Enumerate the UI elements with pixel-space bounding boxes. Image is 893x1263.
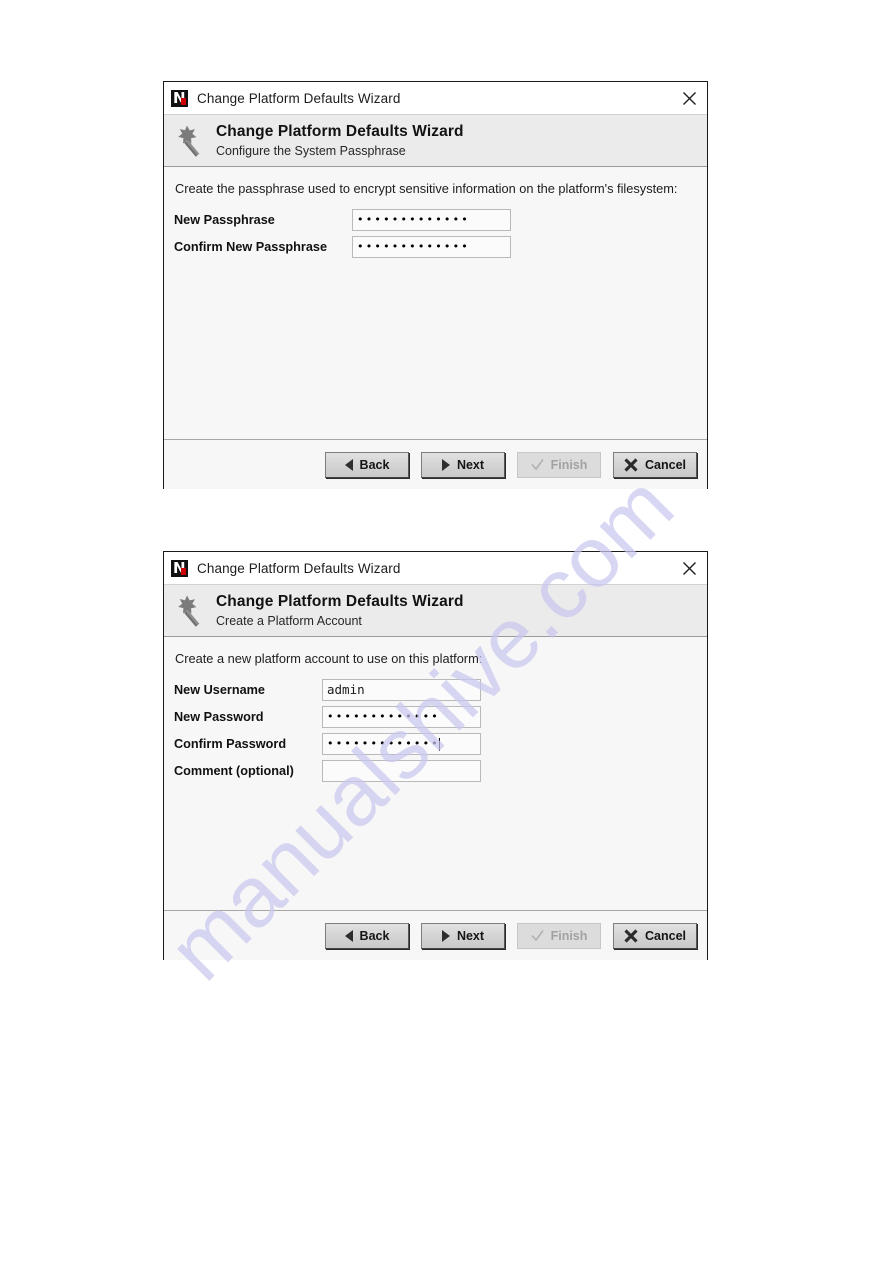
finish-button-label: Finish (550, 457, 588, 472)
new-password-input[interactable]: ••••••••••••• (322, 706, 481, 728)
back-button-label: Back (359, 928, 390, 943)
triangle-right-icon (441, 458, 450, 471)
dialog-titlebar: N Change Platform Defaults Wizard (164, 552, 707, 584)
field-label: New Passphrase (174, 213, 275, 227)
next-button-label: Next (456, 928, 485, 943)
banner-subtitle: Configure the System Passphrase (216, 144, 406, 158)
cancel-button[interactable]: Cancel (613, 451, 697, 478)
back-button[interactable]: Back (325, 922, 409, 949)
form-row-new-passphrase: New Passphrase ••••••••••••• (174, 209, 707, 231)
next-button[interactable]: Next (421, 451, 505, 478)
dialog-titlebar: N Change Platform Defaults Wizard (164, 82, 707, 114)
form-fields: New Username admin New Password ••••••••… (174, 679, 707, 782)
triangle-left-icon (344, 929, 353, 942)
form-row-confirm-new-passphrase: Confirm New Passphrase ••••••••••••• (174, 236, 707, 258)
dialog-footer: Back Next Finish Cancel (164, 439, 707, 489)
finish-button-label: Finish (550, 928, 588, 943)
finish-button: Finish (517, 451, 601, 478)
window-title: Change Platform Defaults Wizard (197, 560, 401, 576)
next-button[interactable]: Next (421, 922, 505, 949)
instruction-text: Create a new platform account to use on … (175, 651, 483, 666)
banner-subtitle: Create a Platform Account (216, 614, 362, 628)
new-passphrase-input[interactable]: ••••••••••••• (352, 209, 511, 231)
text-cursor (438, 737, 440, 751)
dialog-content: Create the passphrase used to encrypt se… (164, 167, 707, 439)
cancel-button-label: Cancel (645, 928, 686, 943)
finish-button: Finish (517, 922, 601, 949)
dialog-footer: Back Next Finish Cancel (164, 910, 707, 960)
field-label: New Username (174, 683, 265, 697)
field-label: New Password (174, 710, 264, 724)
close-icon[interactable] (679, 558, 699, 578)
field-value: ••••••••••••• (357, 240, 470, 253)
triangle-right-icon (441, 929, 450, 942)
field-value: ••••••••••••• (327, 737, 440, 750)
field-label: Comment (optional) (174, 764, 294, 778)
form-row-new-password: New Password ••••••••••••• (174, 706, 707, 728)
cancel-button[interactable]: Cancel (613, 922, 697, 949)
magic-wand-icon (178, 125, 200, 157)
field-value: admin (327, 682, 365, 697)
checkmark-icon (530, 929, 544, 942)
field-value: ••••••••••••• (327, 710, 440, 723)
field-value: ••••••••••••• (357, 213, 470, 226)
x-mark-icon (624, 457, 638, 472)
window-title: Change Platform Defaults Wizard (197, 90, 401, 106)
banner-title: Change Platform Defaults Wizard (216, 593, 464, 610)
form-row-new-username: New Username admin (174, 679, 707, 701)
wizard-banner: Change Platform Defaults Wizard Create a… (164, 584, 707, 637)
magic-wand-icon (178, 595, 200, 627)
confirm-password-input[interactable]: ••••••••••••• (322, 733, 481, 755)
field-label: Confirm Password (174, 737, 287, 751)
dialog-content: Create a new platform account to use on … (164, 637, 707, 910)
confirm-new-passphrase-input[interactable]: ••••••••••••• (352, 236, 511, 258)
form-fields: New Passphrase ••••••••••••• Confirm New… (174, 209, 707, 258)
banner-title: Change Platform Defaults Wizard (216, 123, 464, 140)
platform-account-wizard-dialog: N Change Platform Defaults Wizard Change… (163, 551, 708, 960)
close-icon[interactable] (679, 88, 699, 108)
comment-input[interactable] (322, 760, 481, 782)
form-row-comment: Comment (optional) (174, 760, 707, 782)
triangle-left-icon (344, 458, 353, 471)
back-button-label: Back (359, 457, 390, 472)
passphrase-wizard-dialog: N Change Platform Defaults Wizard Change… (163, 81, 708, 489)
new-username-input[interactable]: admin (322, 679, 481, 701)
wizard-banner: Change Platform Defaults Wizard Configur… (164, 114, 707, 167)
form-row-confirm-password: Confirm Password ••••••••••••• (174, 733, 707, 755)
checkmark-icon (530, 458, 544, 471)
niagara-n-logo-icon: N (171, 89, 188, 107)
instruction-text: Create the passphrase used to encrypt se… (175, 181, 678, 196)
x-mark-icon (624, 928, 638, 943)
cancel-button-label: Cancel (645, 457, 686, 472)
niagara-n-logo-icon: N (171, 559, 188, 577)
next-button-label: Next (456, 457, 485, 472)
back-button[interactable]: Back (325, 451, 409, 478)
field-label: Confirm New Passphrase (174, 240, 328, 254)
